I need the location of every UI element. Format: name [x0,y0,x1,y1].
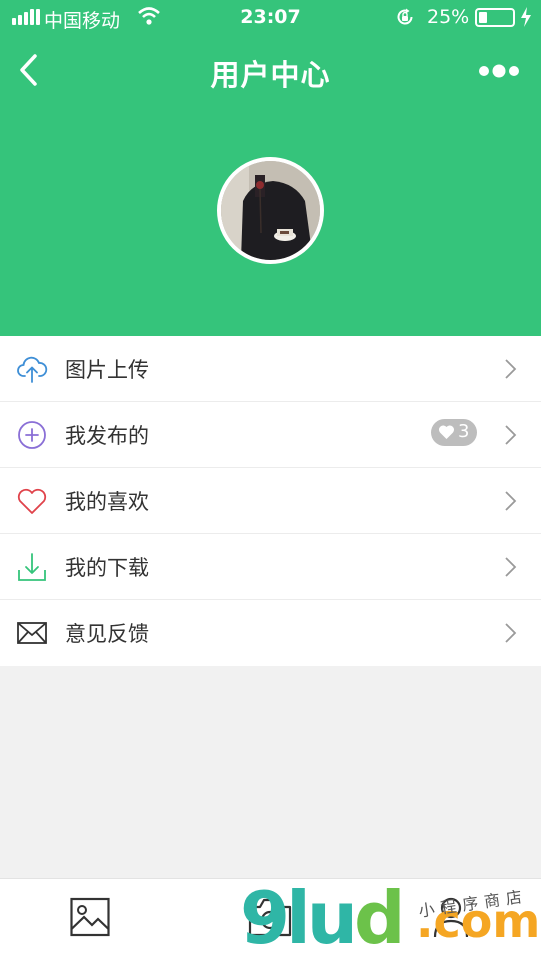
watermark-text-right: d [354,876,406,960]
charging-bolt-icon [521,7,531,27]
plus-circle-icon [18,421,46,449]
menu-item-label: 意见反馈 [65,622,149,646]
cloud-upload-icon [17,356,48,383]
chevron-right-icon [505,623,517,643]
chevron-right-icon [505,491,517,511]
avatar-photo [221,161,320,260]
menu-item-upload[interactable]: 图片上传 [0,336,541,402]
more-dots-icon[interactable] [474,56,524,86]
heart-icon [17,488,47,514]
rotation-lock-icon [397,8,413,25]
battery-percent: 25% [427,6,470,28]
profile-header: 中国移动 23:07 25% 用户中心 [0,0,541,336]
chevron-right-icon [505,425,517,445]
status-bar: 中国移动 23:07 25% [0,0,541,36]
menu-item-likes[interactable]: 我的喜欢 [0,468,541,534]
chevron-right-icon [505,359,517,379]
battery-icon [475,8,515,27]
heart-filled-icon [438,425,455,439]
download-icon [18,553,46,581]
menu-item-published[interactable]: 我发布的 3 [0,402,541,468]
image-icon[interactable] [70,895,110,939]
likes-badge: 3 [431,419,477,446]
page-title: 用户中心 [210,58,331,92]
menu-item-downloads[interactable]: 我的下载 [0,534,541,600]
watermark-logo: 9lud .com 小程序商店 [240,876,541,960]
watermark-text-left: 9lu [240,876,358,960]
avatar[interactable] [217,157,324,264]
mail-icon [17,622,47,644]
likes-count: 3 [458,421,470,442]
menu-item-label: 我的喜欢 [65,490,149,514]
chevron-right-icon [505,557,517,577]
menu-item-feedback[interactable]: 意见反馈 [0,600,541,666]
menu-list: 图片上传 我发布的 3 我的喜欢 我的下载 意见反馈 [0,336,541,666]
menu-item-label: 图片上传 [65,358,149,382]
menu-item-label: 我发布的 [65,424,149,448]
menu-item-label: 我的下载 [65,556,149,580]
